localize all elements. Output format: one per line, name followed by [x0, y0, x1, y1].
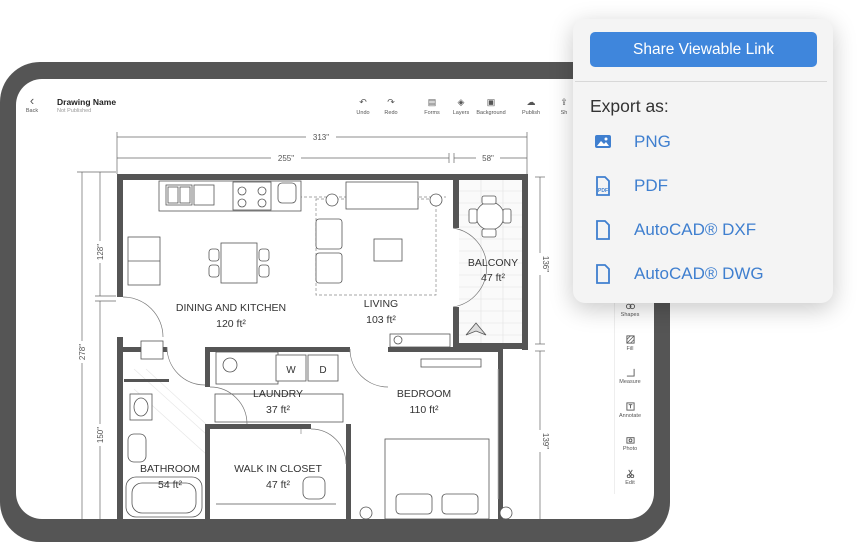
room-area-closet: 47 ft² — [266, 479, 290, 491]
room-name-living: LIVING — [364, 298, 398, 310]
tool-annotate[interactable]: Annotate — [615, 402, 645, 419]
export-png-option[interactable]: PNG — [590, 128, 810, 158]
dim-left-upper: 128" — [96, 244, 105, 260]
dim-right-lower: 139" — [541, 433, 550, 449]
share-export-popover: Share Viewable Link Export as: PNG PDF P… — [573, 19, 833, 303]
publish-label: Publish — [521, 110, 541, 116]
room-name-dining: DINING AND KITCHEN — [176, 302, 286, 314]
room-name-bathroom: BATHROOM — [140, 463, 200, 475]
export-dxf-label: AutoCAD® DXF — [634, 220, 757, 239]
share-icon: ⇪ — [560, 97, 568, 107]
bedroom-furniture — [359, 358, 513, 519]
share-label: Sh — [560, 110, 568, 116]
scissors-icon — [626, 469, 634, 478]
tool-photo[interactable]: Photo — [615, 435, 645, 452]
file-icon — [596, 220, 610, 240]
dining-table — [208, 242, 270, 284]
image-icon — [595, 135, 611, 148]
layers-button[interactable]: ◈ Layers — [444, 97, 478, 116]
export-dxf-option[interactable]: AutoCAD® DXF — [590, 216, 810, 246]
publish-icon: ☁ — [526, 97, 536, 107]
room-name-laundry: LAUNDRY — [253, 388, 303, 400]
room-area-bedroom: 110 ft² — [410, 404, 439, 416]
right-toolbar: Shapes Fill Measure Annotate Photo Edit — [614, 299, 645, 494]
room-area-bathroom: 54 ft² — [158, 479, 182, 491]
back-button[interactable]: ‹ Back — [22, 93, 42, 114]
tool-shapes-label: Shapes — [620, 312, 640, 318]
dim-left-lower: 150" — [96, 427, 105, 443]
redo-button[interactable]: ↷ Redo — [374, 97, 408, 116]
room-name-balcony: BALCONY — [468, 257, 518, 269]
tool-fill-label: Fill — [626, 346, 634, 352]
share-button[interactable]: ⇪ Sh — [554, 97, 574, 116]
room-area-laundry: 37 ft² — [266, 404, 290, 416]
export-png-label: PNG — [634, 132, 671, 151]
tool-shapes[interactable]: Shapes — [615, 301, 645, 318]
room-area-dining: 120 ft² — [216, 318, 246, 330]
pdf-icon-text: PDF — [598, 188, 608, 194]
share-viewable-link-button[interactable]: Share Viewable Link — [590, 32, 817, 67]
dim-left-total: 278" — [78, 344, 87, 360]
redo-icon: ↷ — [387, 97, 395, 107]
dryer-label: D — [319, 365, 326, 376]
background-icon: ▣ — [486, 97, 496, 107]
tool-fill[interactable]: Fill — [615, 335, 645, 352]
dim-top-total: 313" — [313, 133, 329, 142]
file-icon — [596, 264, 610, 284]
export-pdf-label: PDF — [634, 176, 668, 195]
room-name-closet: WALK IN CLOSET — [234, 463, 322, 475]
back-label: Back — [25, 108, 39, 114]
popover-divider — [575, 81, 827, 82]
tool-edit[interactable]: Edit — [615, 469, 645, 486]
dim-right-upper: 136" — [541, 256, 550, 272]
export-dwg-label: AutoCAD® DWG — [634, 264, 764, 283]
export-as-label: Export as: — [590, 96, 669, 116]
top-toolbar: ‹ Back Drawing Name Not Published ↶ Undo… — [16, 79, 654, 123]
tool-edit-label: Edit — [625, 480, 635, 486]
tool-annotate-label: Annotate — [618, 413, 642, 419]
export-dwg-option[interactable]: AutoCAD® DWG — [590, 260, 810, 290]
layers-icon: ◈ — [457, 97, 465, 107]
background-label: Background — [476, 110, 506, 116]
floor-plan[interactable]: 313" 255" 58" 128" 278" 150" 136" 139" W… — [16, 79, 654, 519]
tool-measure[interactable]: Measure — [615, 368, 645, 385]
washer-label: W — [286, 365, 296, 376]
dim-top-right: 58" — [482, 154, 494, 163]
pdf-file-icon: PDF — [596, 176, 610, 196]
tool-photo-label: Photo — [622, 446, 638, 452]
chevron-left-icon: ‹ — [29, 93, 35, 108]
room-area-balcony: 47 ft² — [481, 272, 505, 284]
photo-icon — [625, 437, 635, 444]
room-name-bedroom: BEDROOM — [397, 388, 451, 400]
app-screen: 313" 255" 58" 128" 278" 150" 136" 139" W… — [16, 79, 654, 519]
room-area-living: 103 ft² — [366, 314, 396, 326]
publish-status: Not Published — [57, 108, 92, 114]
dim-top-left: 255" — [278, 154, 294, 163]
drawing-name: Drawing Name — [57, 97, 117, 107]
export-pdf-option[interactable]: PDF PDF — [590, 172, 810, 202]
redo-label: Redo — [384, 110, 398, 116]
annotate-icon — [625, 402, 635, 411]
tool-measure-label: Measure — [619, 379, 641, 385]
drawing-title-block[interactable]: Drawing Name Not Published — [57, 97, 116, 114]
fill-icon — [625, 335, 635, 344]
publish-button[interactable]: ☁ Publish — [514, 97, 548, 116]
layers-label: Layers — [452, 110, 470, 116]
background-button[interactable]: ▣ Background — [474, 97, 508, 116]
measure-icon — [626, 368, 635, 377]
